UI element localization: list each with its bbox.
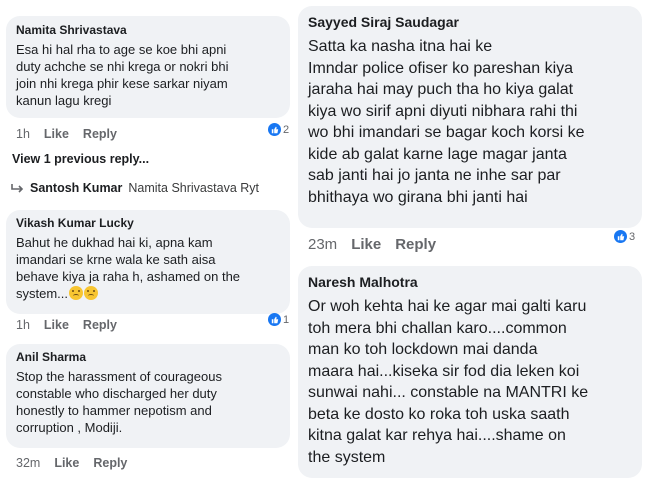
comment-text: Satta ka nasha itna hai ke Imndar police… xyxy=(308,38,585,206)
reaction-number: 3 xyxy=(629,230,636,243)
reply-preview[interactable]: Santosh Kumar Namita Shrivastava Ryt xyxy=(10,181,259,195)
comment-author[interactable]: Sayyed Siraj Saudagar xyxy=(308,14,632,30)
reaction-number: 1 xyxy=(283,313,290,326)
comment-time[interactable]: 32m xyxy=(16,456,40,470)
like-reaction-icon xyxy=(268,313,281,326)
comment-text: Stop the harassment of courageous consta… xyxy=(16,369,222,435)
reply-arrow-icon xyxy=(11,184,24,193)
reply-text: Namita Shrivastava Ryt xyxy=(128,181,259,195)
like-button[interactable]: Like xyxy=(351,236,381,253)
comment-time[interactable]: 1h xyxy=(16,127,30,141)
comment-author[interactable]: Vikash Kumar Lucky xyxy=(16,216,280,230)
reaction-count[interactable]: 3 xyxy=(614,230,635,243)
like-button[interactable]: Like xyxy=(54,456,79,470)
comment-bubble: Namita Shrivastava Esa hi hal rha to age… xyxy=(6,16,290,118)
comment-bubble: Sayyed Siraj Saudagar Satta ka nasha itn… xyxy=(298,6,642,228)
comment-text: Esa hi hal rha to age se koe bhi apni du… xyxy=(16,42,229,108)
comment-actions: 32m Like Reply xyxy=(16,456,127,470)
reply-button[interactable]: Reply xyxy=(83,318,117,332)
like-button[interactable]: Like xyxy=(44,127,69,141)
reply-button[interactable]: Reply xyxy=(93,456,127,470)
comment-bubble: Naresh Malhotra Or woh kehta hai ke agar… xyxy=(298,266,642,478)
like-button[interactable]: Like xyxy=(44,318,69,332)
comment-actions: 1h Like Reply xyxy=(16,127,117,141)
reply-button[interactable]: Reply xyxy=(395,236,436,253)
comment-bubble: Anil Sharma Stop the harassment of coura… xyxy=(6,344,290,448)
comment-actions: 1h Like Reply xyxy=(16,318,117,332)
sad-emoji-icon xyxy=(69,286,84,300)
comment-author[interactable]: Namita Shrivastava xyxy=(16,23,280,37)
like-reaction-icon xyxy=(614,230,627,243)
reaction-number: 2 xyxy=(283,123,290,136)
reply-author[interactable]: Santosh Kumar xyxy=(30,181,122,195)
comment-time[interactable]: 1h xyxy=(16,318,30,332)
comment-text: Or woh kehta hai ke agar mai galti karu … xyxy=(308,298,589,466)
comment-bubble: Vikash Kumar Lucky Bahut he dukhad hai k… xyxy=(6,210,290,314)
comment-author[interactable]: Naresh Malhotra xyxy=(308,274,632,290)
like-reaction-icon xyxy=(268,123,281,136)
reply-button[interactable]: Reply xyxy=(83,127,117,141)
comment-actions: 23m Like Reply xyxy=(308,236,436,253)
reaction-count[interactable]: 1 xyxy=(268,313,289,326)
view-previous-replies[interactable]: View 1 previous reply... xyxy=(12,152,149,166)
reaction-count[interactable]: 2 xyxy=(268,123,289,136)
comment-text: Bahut he dukhad hai ki, apna kam imandar… xyxy=(16,235,241,301)
comment-time[interactable]: 23m xyxy=(308,236,337,253)
comment-author[interactable]: Anil Sharma xyxy=(16,350,280,364)
sad-emoji-icon xyxy=(84,286,99,300)
